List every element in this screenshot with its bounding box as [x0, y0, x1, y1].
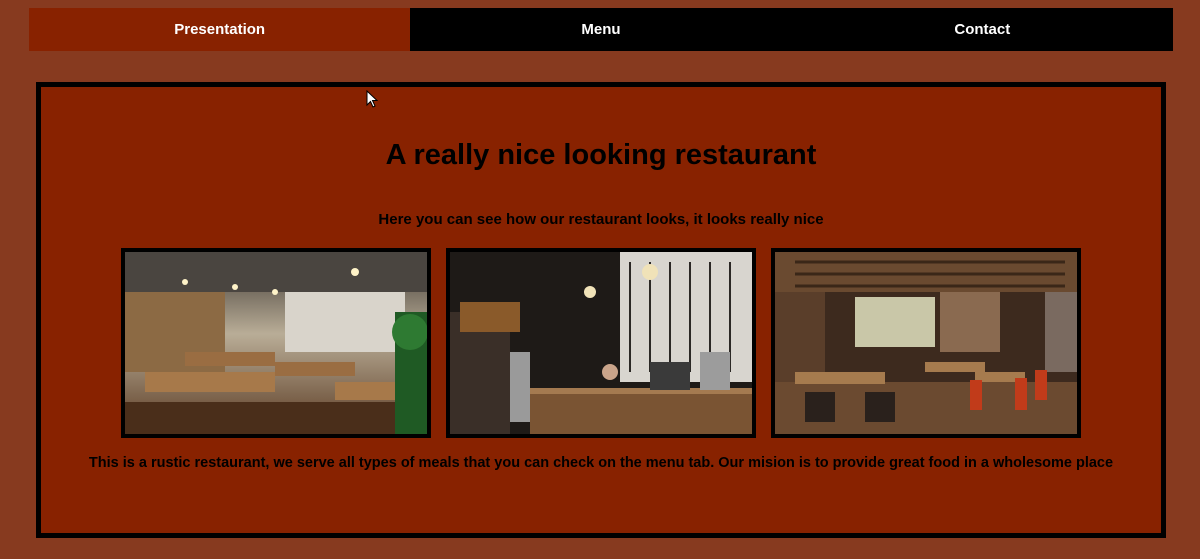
- restaurant-interior-photo: [121, 248, 431, 438]
- restaurant-dining-photo: [771, 248, 1081, 438]
- restaurant-interior-image: [125, 252, 427, 434]
- restaurant-bar-image: [450, 252, 752, 434]
- tab-menu[interactable]: Menu: [410, 8, 792, 51]
- page-subtitle: Here you can see how our restaurant look…: [378, 211, 824, 228]
- page-title: A really nice looking restaurant: [385, 139, 817, 171]
- tab-presentation[interactable]: Presentation: [29, 8, 411, 51]
- restaurant-bar-photo: [446, 248, 756, 438]
- mouse-cursor-icon: [366, 90, 378, 108]
- tab-contact[interactable]: Contact: [791, 8, 1173, 51]
- restaurant-dining-image: [775, 252, 1077, 434]
- photo-gallery: [121, 248, 1087, 438]
- top-nav: Presentation Menu Contact: [29, 8, 1173, 51]
- presentation-panel: A really nice looking restaurant Here yo…: [36, 82, 1166, 538]
- restaurant-description: This is a rustic restaurant, we serve al…: [88, 455, 1114, 471]
